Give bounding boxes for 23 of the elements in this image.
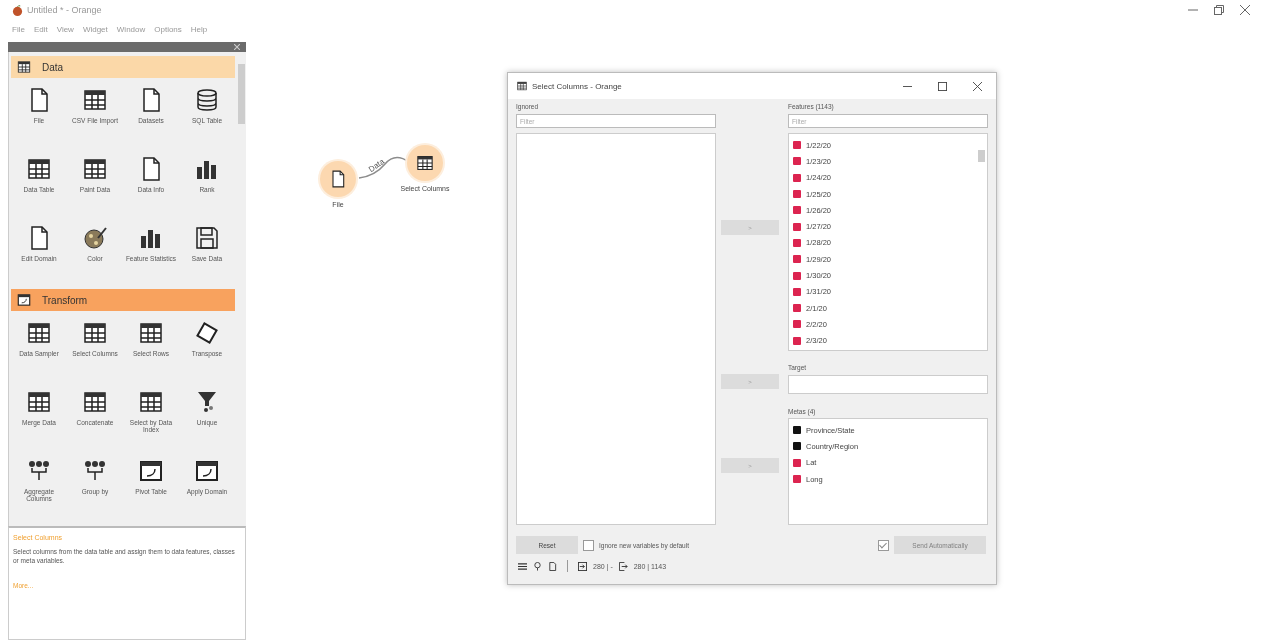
menu-icon[interactable] <box>518 561 527 571</box>
lightbulb-icon[interactable] <box>533 561 542 571</box>
target-field[interactable] <box>788 375 988 394</box>
window-title: Untitled * - Orange <box>27 5 102 15</box>
widget-node[interactable] <box>320 161 356 197</box>
checkbox[interactable] <box>583 539 594 551</box>
fruit-icon <box>12 4 23 16</box>
category-header[interactable]: Transform <box>11 289 235 311</box>
dialog-title: Select Columns - Orange <box>532 81 623 91</box>
table-icon <box>16 59 32 75</box>
close-icon[interactable] <box>973 81 982 91</box>
table-icon <box>415 153 435 173</box>
category-header[interactable]: Data <box>11 56 235 78</box>
restore-icon[interactable] <box>1214 5 1224 15</box>
table-icon <box>516 80 528 92</box>
input-icon <box>578 561 587 571</box>
document-icon[interactable] <box>548 561 557 571</box>
widget-node[interactable] <box>407 145 443 181</box>
link-label: Data <box>366 156 386 175</box>
close-icon[interactable] <box>1240 5 1250 15</box>
output-icon <box>618 561 628 571</box>
window-icon <box>16 292 32 308</box>
maximize-icon[interactable] <box>938 81 947 91</box>
